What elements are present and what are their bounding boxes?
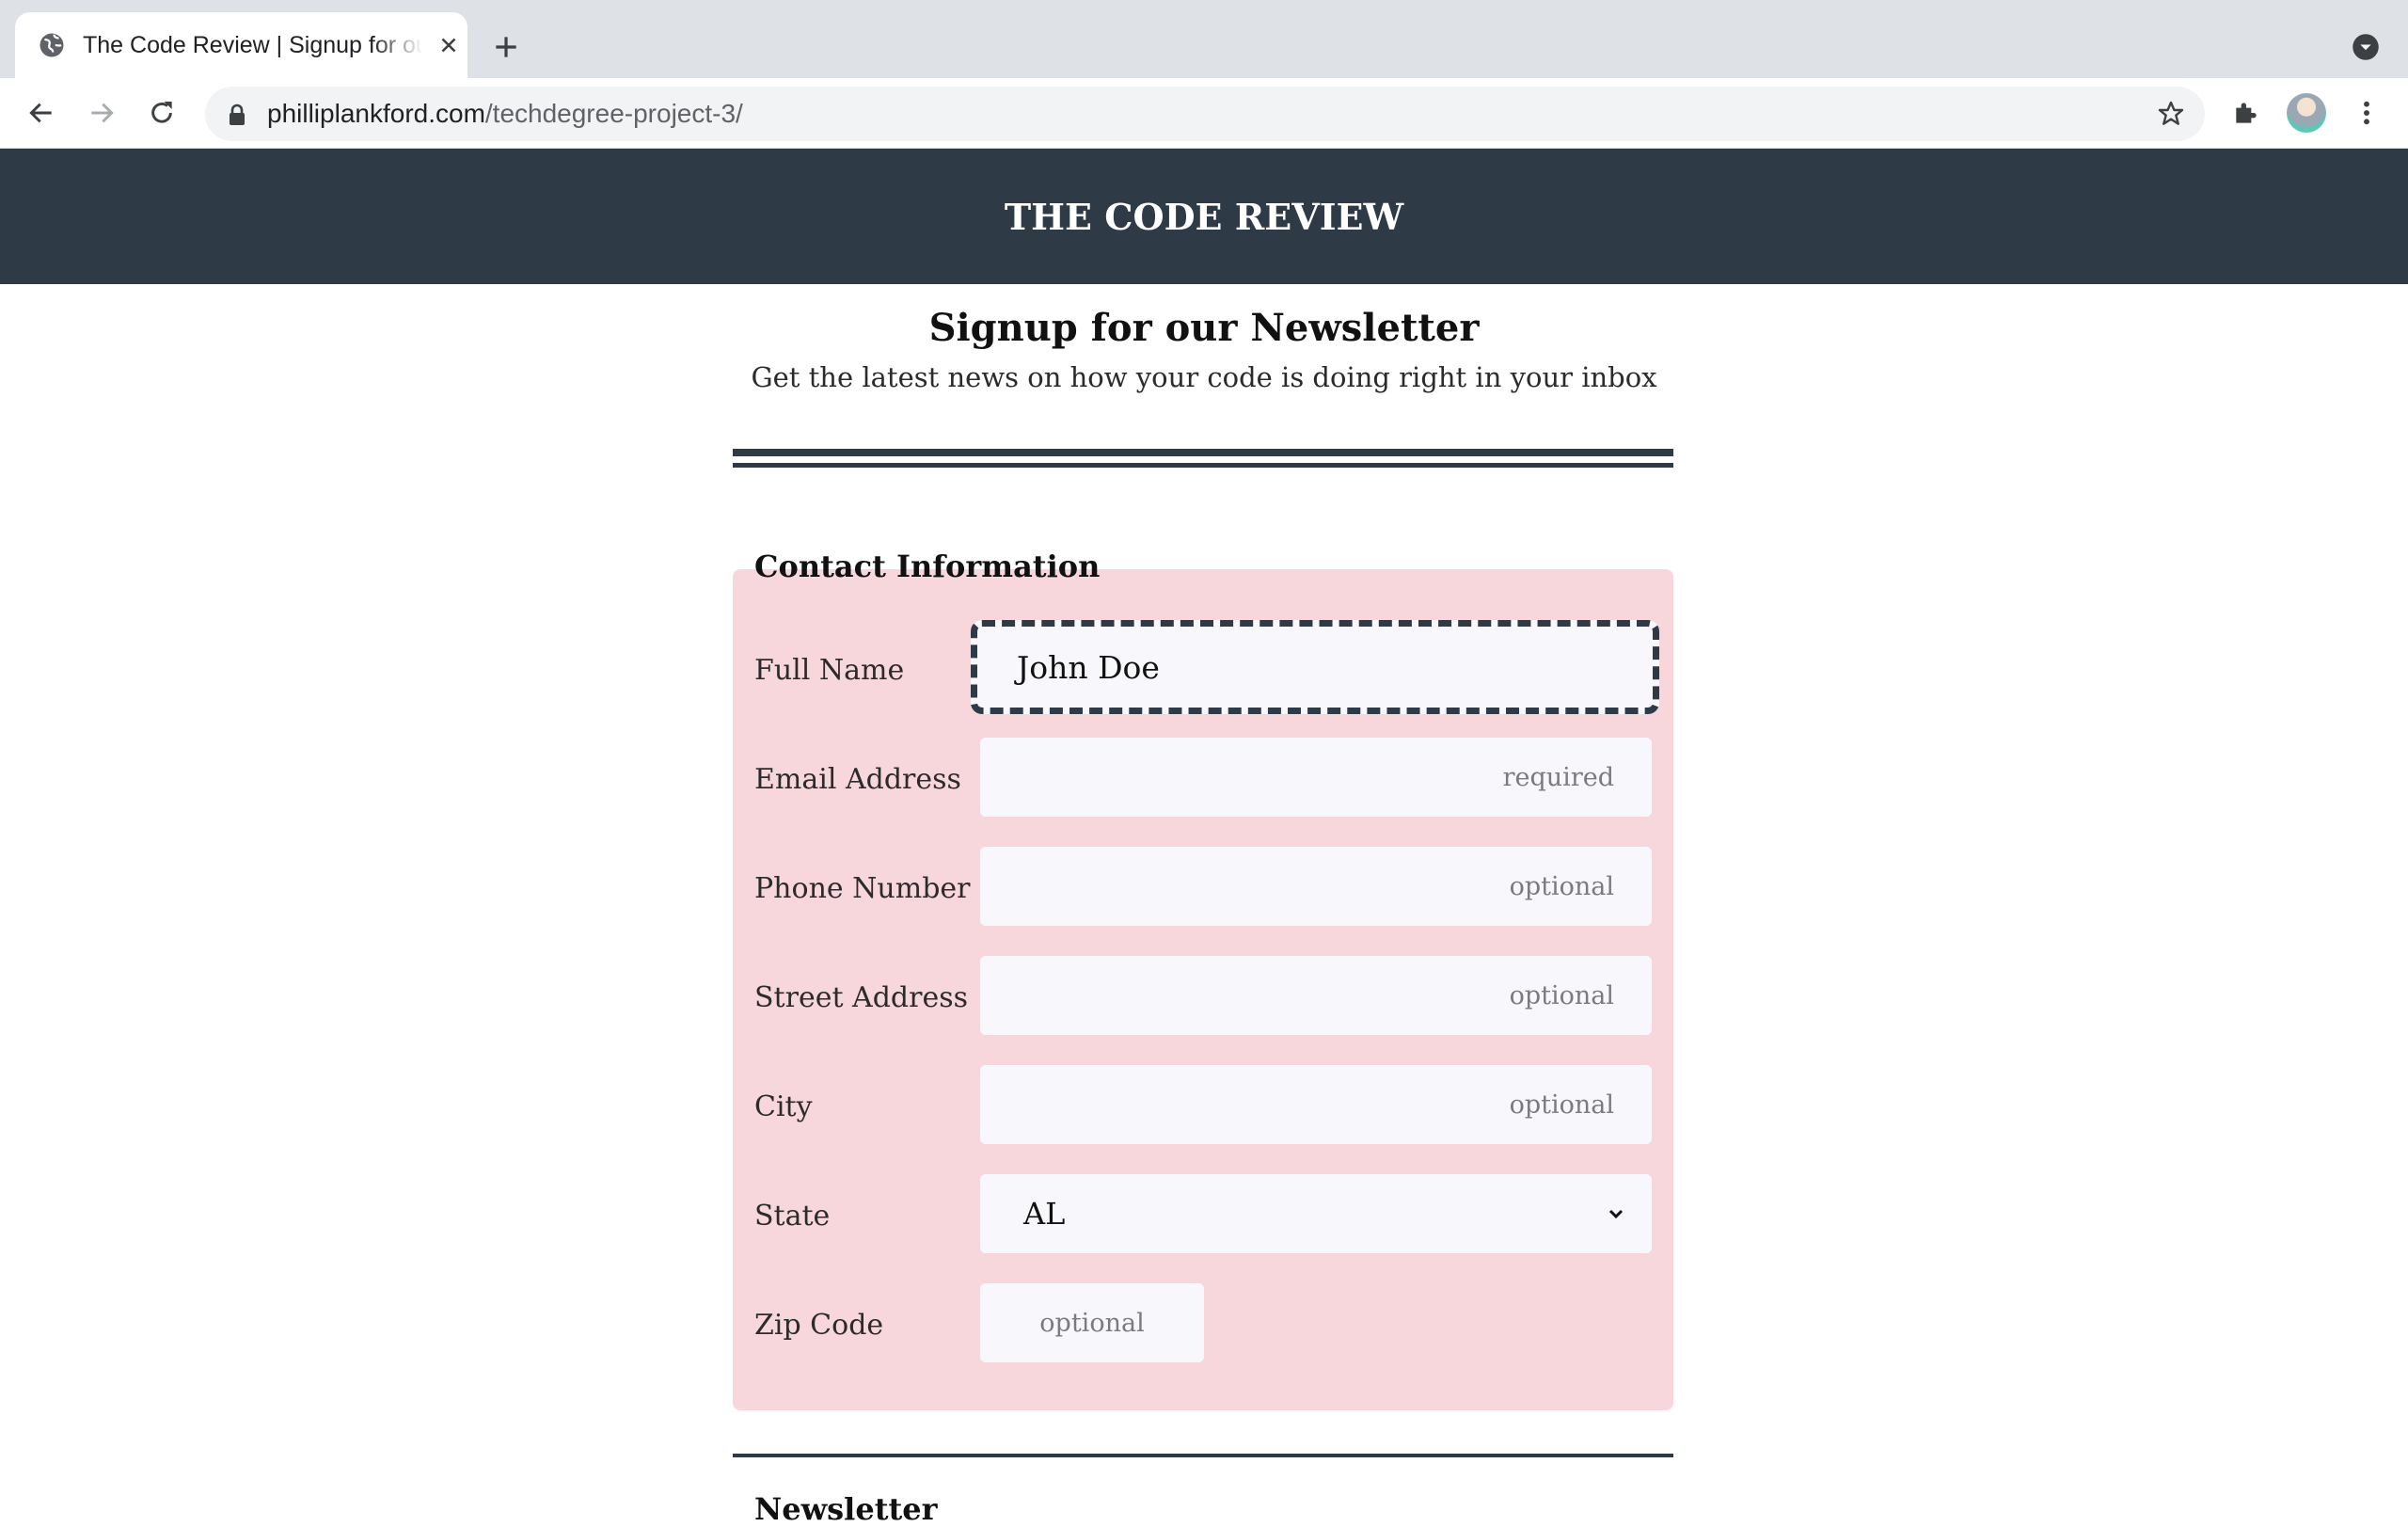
full-name-input[interactable]: John Doe (971, 620, 1659, 714)
phone-label: Phone Number (754, 872, 971, 905)
street-placeholder: optional (1509, 980, 1614, 1010)
email-label: Email Address (754, 763, 961, 796)
state-value: AL (1023, 1196, 1066, 1232)
arrow-right-icon (91, 103, 114, 123)
page-heading: Signup for our Newsletter (928, 306, 1480, 350)
bookmark-star-icon[interactable] (2156, 99, 2186, 129)
email-placeholder: required (1502, 762, 1614, 792)
new-tab-icon[interactable] (491, 32, 521, 62)
city-input[interactable]: optional (980, 1065, 1652, 1144)
zip-label: Zip Code (754, 1309, 884, 1342)
globe-icon (40, 33, 64, 57)
tab-strip: The Code Review | Signup for our Newslet… (0, 0, 2408, 78)
profile-avatar[interactable] (2287, 93, 2326, 133)
back-button[interactable] (23, 94, 60, 132)
more-vert-icon (2364, 101, 2369, 125)
lock-icon (230, 103, 245, 125)
intro-section: Signup for our Newsletter Get the latest… (0, 306, 2408, 393)
newsletter-legend: Newsletter (754, 1491, 938, 1527)
double-divider (733, 449, 1673, 469)
zip-input[interactable]: optional (980, 1283, 1204, 1362)
state-select[interactable]: AL (980, 1174, 1652, 1253)
site-title: THE CODE REVIEW (1004, 195, 1404, 238)
extensions-button[interactable] (2227, 94, 2265, 132)
forward-button[interactable] (83, 94, 120, 132)
site-header: THE CODE REVIEW (0, 149, 2408, 284)
tab-title: The Code Review | Signup for our Newslet… (83, 32, 423, 58)
section-divider (733, 1454, 1673, 1457)
full-name-value: John Doe (1017, 648, 1160, 686)
street-input[interactable]: optional (980, 956, 1652, 1035)
full-name-label: Full Name (754, 654, 905, 687)
address-bar[interactable]: philliplankford.com/techdegree-project-3… (205, 87, 2205, 141)
email-input[interactable]: required (980, 738, 1652, 817)
chevron-down-icon (1608, 1209, 1624, 1219)
zip-placeholder: optional (1039, 1308, 1145, 1338)
reload-icon (151, 102, 172, 123)
reload-button[interactable] (143, 94, 181, 132)
close-icon[interactable] (436, 33, 461, 57)
phone-input[interactable]: optional (980, 847, 1652, 926)
state-label: State (754, 1200, 831, 1233)
browser-menu-button[interactable] (2348, 94, 2385, 132)
street-label: Street Address (754, 981, 969, 1014)
city-label: City (754, 1090, 813, 1123)
puzzle-icon (2236, 103, 2257, 123)
fieldset-legend: Contact Information (754, 549, 1101, 584)
browser-tab[interactable]: The Code Review | Signup for our Newslet… (15, 12, 467, 78)
tab-search-icon[interactable] (2352, 33, 2380, 61)
phone-placeholder: optional (1509, 871, 1614, 901)
browser-toolbar: philliplankford.com/techdegree-project-3… (0, 78, 2408, 149)
city-placeholder: optional (1509, 1090, 1614, 1120)
url-text: philliplankford.com/techdegree-project-3… (267, 99, 743, 128)
arrow-left-icon (29, 103, 52, 123)
page-subheading: Get the latest news on how your code is … (751, 361, 1657, 393)
